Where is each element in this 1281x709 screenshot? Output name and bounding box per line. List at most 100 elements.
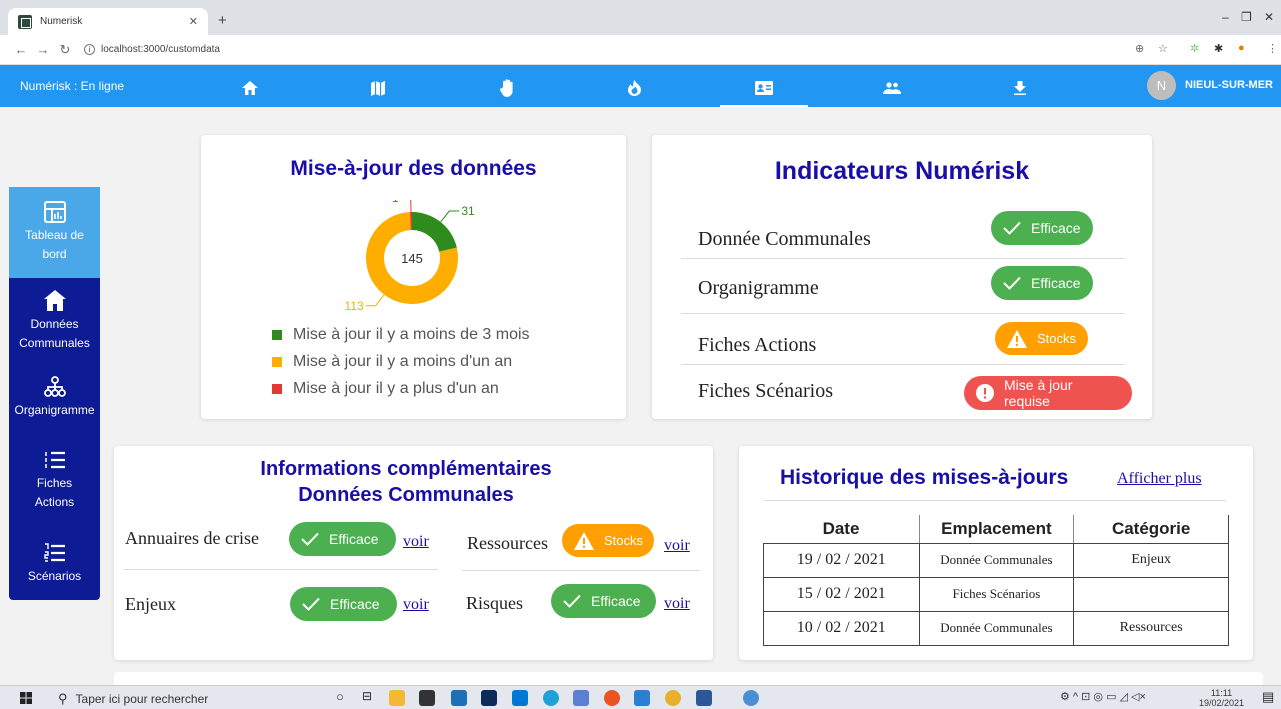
legend-item[interactable]: Mise à jour il y a moins de 3 mois [272,326,530,344]
column-header[interactable]: Catégorie [1073,515,1229,544]
clock-date: 19/02/2021 [1199,698,1245,708]
indicator-label: Donnée Communales [698,228,871,250]
vscode-icon[interactable] [634,690,650,706]
app-icon[interactable] [743,690,759,706]
cell-date: 19 / 02 / 2021 [763,543,920,578]
star-icon[interactable]: ☆ [1158,42,1168,55]
translate-icon[interactable]: ⊕ [1135,42,1144,55]
nav-fire-icon[interactable] [604,73,664,103]
sidebar-item-dashboard[interactable]: Tableau de bord [9,187,100,278]
nav-hand-icon[interactable] [478,73,538,103]
minimize-icon[interactable]: – [1222,10,1229,24]
nav-home-icon[interactable] [220,73,280,103]
sidebar-item-fiches-actions[interactable]: Fiches Actions [9,449,100,512]
taskbar-clock[interactable]: 11:11 19/02/2021 [1199,688,1244,708]
url-field[interactable]: i localhost:3000/customdata [84,44,220,55]
list-icon [44,449,66,471]
powershell-icon[interactable] [512,690,528,706]
status-chip-efficace[interactable]: Efficace [991,266,1093,300]
site-info-icon[interactable]: i [84,44,95,55]
status-chip-stocks[interactable]: Stocks [995,322,1089,355]
city-name[interactable]: NIEUL-SUR-MER [1185,79,1273,91]
new-tab-icon[interactable]: + [218,12,227,29]
voir-link[interactable]: voir [403,596,429,614]
sidebar-item-scenarios[interactable]: Scénarios [9,542,100,586]
sidebar-item-label: Tableau de bord [25,228,84,261]
legend-item[interactable]: Mise à jour il y a plus d'un an [272,380,499,398]
store-icon[interactable] [419,690,435,706]
ubuntu-icon[interactable] [604,690,620,706]
status-chip-efficace[interactable]: Efficace [289,522,396,556]
task-view-icon[interactable]: ⊟ [362,689,372,703]
back-icon[interactable]: ← [10,42,32,57]
sidebar-item-donnees-communales[interactable]: Données Communales [9,290,100,353]
table-header-row: Date Emplacement Catégorie [763,515,1229,544]
sidebar-item-label: Données Communales [19,317,90,350]
extension-icon[interactable]: ✲ [1190,42,1199,55]
user-avatar[interactable]: N [1147,71,1176,100]
close-tab-icon[interactable]: ✕ [189,15,198,28]
address-bar: ← → ↻ i localhost:3000/customdata [0,35,1281,65]
status-chip-label: Efficace [1031,220,1081,236]
voir-link[interactable]: voir [403,533,429,551]
notification-icon[interactable]: ▤ [1262,689,1274,705]
dropbox-icon[interactable] [481,690,497,706]
donut-leader-line [365,294,385,307]
legend-item[interactable]: Mise à jour il y a moins d'un an [272,353,512,371]
legend-swatch [272,330,282,340]
column-header[interactable]: Date [763,515,920,544]
status-chip-stocks[interactable]: Stocks [562,524,654,557]
title-divider [764,500,1226,501]
nav-id-card-icon[interactable] [720,73,808,107]
status-chip-update-required[interactable]: Mise à jour requise [964,376,1132,410]
nav-download-icon[interactable] [990,73,1050,103]
status-chip-efficace[interactable]: Efficace [551,584,656,618]
status-chip-label: Efficace [330,596,380,612]
puzzle-icon[interactable]: ✱ [1214,42,1223,55]
browser-tab[interactable]: Numerisk ✕ [8,8,208,35]
status-chip-efficace[interactable]: Efficace [991,211,1093,245]
mail-icon[interactable] [451,690,467,706]
windows-start-icon[interactable] [20,692,32,704]
system-tray-icons[interactable]: ⚙ ^ ⊡ ◎ ▭ ◿ ◁× [1060,690,1146,703]
app-icon[interactable] [573,690,589,706]
taskbar-search[interactable]: ⚲ Taper ici pour rechercher [58,691,208,707]
favicon-icon [18,14,32,29]
close-window-icon[interactable]: ✕ [1264,10,1274,24]
legend-label: Mise à jour il y a plus d'un an [293,380,499,397]
cell-date: 10 / 02 / 2021 [763,611,920,646]
cell-location: Donnée Communales [919,543,1075,578]
sidebar-item-organigramme[interactable]: Organigramme [9,376,100,420]
status-chip-label: Stocks [1037,331,1077,346]
chrome-icon[interactable] [665,690,681,706]
table-row[interactable]: 15 / 02 / 2021 Fiches Scénarios [763,577,1229,612]
voir-link[interactable]: voir [664,537,690,555]
word-icon[interactable] [696,690,712,706]
indicator-label: Fiches Actions [698,334,817,356]
update-donut-chart: 31 113 1 145 [345,200,475,310]
org-chart-icon [43,376,66,398]
table-row[interactable]: 10 / 02 / 2021 Donnée Communales Ressour… [763,611,1229,646]
indicator-label: Organigramme [698,277,819,299]
info-label: Annuaires de crise [125,528,259,548]
cell-category: Ressources [1073,611,1229,646]
cortana-icon[interactable]: ○ [336,689,344,704]
edge-icon[interactable] [543,690,559,706]
table-row[interactable]: 19 / 02 / 2021 Donnée Communales Enjeux [763,543,1229,578]
legend-label: Mise à jour il y a moins d'un an [293,353,513,370]
nav-people-icon[interactable] [862,73,922,103]
status-chip-label: Mise à jour requise [1004,377,1073,409]
reload-icon[interactable]: ↻ [54,42,76,58]
complementary-title-line1: Informations complémentaires [260,458,552,480]
menu-icon[interactable]: ⋮ [1267,42,1278,55]
profile-icon[interactable]: ● [1238,42,1245,54]
status-chip-efficace[interactable]: Efficace [290,587,397,621]
voir-link[interactable]: voir [664,595,690,613]
nav-map-icon[interactable] [348,73,408,103]
show-more-link[interactable]: Afficher plus [1117,470,1202,488]
column-header[interactable]: Emplacement [919,515,1075,544]
forward-icon[interactable]: → [32,42,54,57]
explorer-icon[interactable] [389,690,405,706]
maximize-icon[interactable]: ❐ [1241,10,1252,24]
donut-slice[interactable] [412,212,457,252]
